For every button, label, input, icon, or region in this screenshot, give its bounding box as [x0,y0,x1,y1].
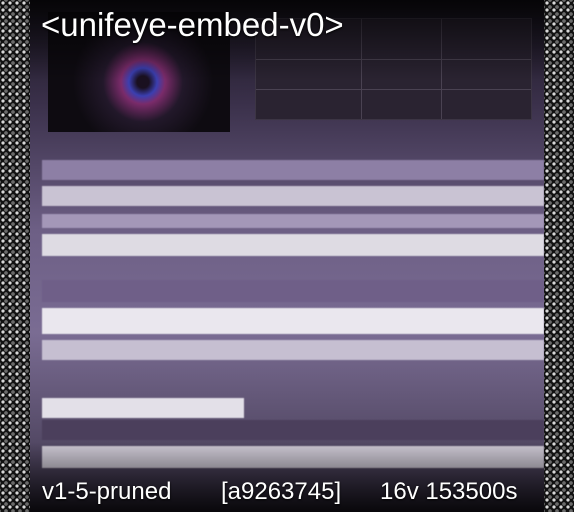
blurred-row [42,378,544,396]
blurred-row [42,340,544,360]
blurred-row [42,160,544,180]
blurred-row [42,308,544,334]
blurred-row [42,280,544,302]
blurred-row [42,214,544,228]
blurred-row [42,420,544,440]
training-stats-caption: 16v 153500s [380,478,518,505]
model-hash-caption: [a9263745] [221,478,342,505]
model-version-caption: v1-5-pruned [42,478,172,505]
generated-image [30,0,544,512]
blurred-row [42,186,544,206]
right-noise-border [544,0,574,512]
left-noise-border [0,0,30,512]
blurred-row [42,234,544,256]
blurred-row [42,398,244,418]
model-title-caption: <unifeye-embed-v0> [41,6,344,43]
